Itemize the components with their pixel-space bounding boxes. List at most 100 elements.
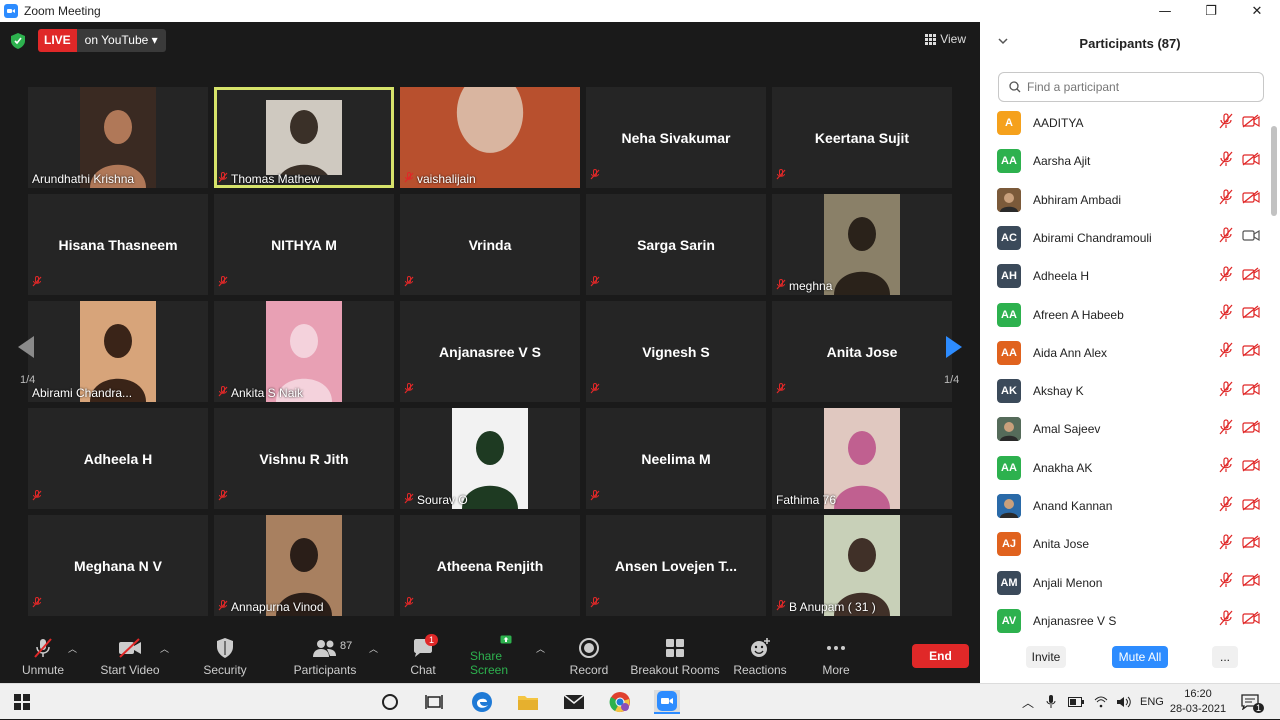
windows-start-icon[interactable] bbox=[10, 690, 34, 714]
muted-microphone-icon[interactable] bbox=[1219, 495, 1233, 517]
muted-microphone-icon[interactable] bbox=[1219, 227, 1233, 248]
video-off-icon[interactable] bbox=[1242, 343, 1260, 362]
scrollbar-thumb[interactable] bbox=[1271, 126, 1277, 216]
video-tile[interactable]: Keertana Sujit bbox=[772, 87, 952, 188]
previous-page-arrow-icon[interactable] bbox=[12, 332, 42, 362]
video-off-icon[interactable] bbox=[1242, 535, 1260, 554]
participant-search-input[interactable] bbox=[1027, 80, 1247, 94]
video-tile[interactable]: B Anupam ( 31 ) bbox=[772, 515, 952, 616]
participant-row[interactable]: AJ Anita Jose bbox=[980, 525, 1270, 563]
task-view-icon[interactable] bbox=[422, 690, 446, 714]
video-tile[interactable]: Annapurna Vinod bbox=[214, 515, 394, 616]
participant-row[interactable]: AA Aarsha Ajit bbox=[980, 142, 1270, 180]
video-options-caret[interactable]: ︿ bbox=[160, 642, 169, 655]
participant-row[interactable]: Amal Sajeev bbox=[980, 410, 1270, 448]
muted-microphone-icon[interactable] bbox=[1219, 419, 1233, 440]
video-tile[interactable]: Anjanasree V S bbox=[400, 301, 580, 402]
share-options-caret[interactable]: ︿ bbox=[536, 642, 545, 655]
video-tile[interactable]: Anita Jose bbox=[772, 301, 952, 402]
video-tile[interactable]: vaishalijain bbox=[400, 87, 580, 188]
video-tile[interactable]: Sourav O bbox=[400, 408, 580, 509]
muted-microphone-icon[interactable] bbox=[1219, 457, 1233, 478]
participant-row[interactable]: AK Akshay K bbox=[980, 372, 1270, 410]
maximize-button[interactable]: ❐ bbox=[1188, 0, 1234, 22]
mute-all-button[interactable]: Mute All bbox=[1112, 646, 1168, 668]
video-off-icon[interactable] bbox=[1242, 305, 1260, 324]
video-tile[interactable]: Vignesh S bbox=[586, 301, 766, 402]
cortana-search-icon[interactable] bbox=[378, 690, 402, 714]
video-tile[interactable]: Thomas Mathew bbox=[214, 87, 394, 188]
end-meeting-button[interactable]: End bbox=[912, 644, 969, 668]
video-camera-icon[interactable] bbox=[1242, 228, 1260, 247]
participant-row[interactable]: AV Anjanasree V S bbox=[980, 602, 1270, 634]
muted-microphone-icon[interactable] bbox=[1219, 266, 1233, 287]
view-button[interactable]: View bbox=[925, 32, 966, 46]
microphone-tray-icon[interactable] bbox=[1046, 695, 1056, 709]
participant-row[interactable]: AM Anjali Menon bbox=[980, 564, 1270, 602]
video-tile[interactable]: Ankita S Naik bbox=[214, 301, 394, 402]
participant-row[interactable]: AA Anakha AK bbox=[980, 449, 1270, 487]
muted-microphone-icon[interactable] bbox=[1219, 572, 1233, 593]
video-tile[interactable]: Neha Sivakumar bbox=[586, 87, 766, 188]
video-tile[interactable]: Atheena Renjith bbox=[400, 515, 580, 616]
video-off-icon[interactable] bbox=[1242, 573, 1260, 592]
zoom-taskbar-icon[interactable] bbox=[654, 690, 680, 714]
close-window-button[interactable]: ✕ bbox=[1234, 0, 1280, 22]
live-stream-badge[interactable]: LIVE on YouTube ▾ bbox=[38, 29, 166, 52]
participants-scrollbar[interactable] bbox=[1270, 104, 1278, 634]
video-tile[interactable]: Neelima M bbox=[586, 408, 766, 509]
video-tile[interactable]: Fathima 76 bbox=[772, 408, 952, 509]
language-indicator[interactable]: ENG bbox=[1140, 696, 1164, 708]
next-page-arrow-icon[interactable] bbox=[938, 332, 968, 362]
video-tile[interactable]: meghna bbox=[772, 194, 952, 295]
video-tile[interactable]: Ansen Lovejen T... bbox=[586, 515, 766, 616]
participant-search[interactable] bbox=[998, 72, 1264, 102]
video-off-icon[interactable] bbox=[1242, 458, 1260, 477]
video-off-icon[interactable] bbox=[1242, 113, 1260, 133]
more-button[interactable]: More bbox=[816, 634, 856, 683]
participant-row[interactable]: AC Abirami Chandramouli bbox=[980, 219, 1270, 257]
video-tile[interactable]: Abirami Chandra... bbox=[28, 301, 208, 402]
youtube-dropdown[interactable]: on YouTube ▾ bbox=[76, 29, 166, 52]
video-tile[interactable]: Vishnu R Jith bbox=[214, 408, 394, 509]
muted-microphone-icon[interactable] bbox=[1219, 534, 1233, 555]
minimize-button[interactable]: — bbox=[1142, 0, 1188, 22]
file-explorer-icon[interactable] bbox=[516, 690, 540, 714]
mail-icon[interactable] bbox=[562, 690, 586, 714]
security-button[interactable]: Security bbox=[200, 634, 250, 683]
panel-more-button[interactable]: ... bbox=[1212, 646, 1238, 668]
video-off-icon[interactable] bbox=[1242, 152, 1260, 171]
participant-row[interactable]: Abhiram Ambadi bbox=[980, 181, 1270, 219]
tray-overflow-chevron-icon[interactable]: ︿ bbox=[1022, 694, 1034, 711]
reactions-button[interactable]: Reactions bbox=[732, 634, 788, 683]
video-off-icon[interactable] bbox=[1242, 496, 1260, 516]
wifi-icon[interactable] bbox=[1094, 696, 1108, 708]
battery-icon[interactable] bbox=[1068, 697, 1085, 707]
participant-row[interactable]: AA Aida Ann Alex bbox=[980, 334, 1270, 372]
muted-microphone-icon[interactable] bbox=[1219, 380, 1233, 402]
muted-microphone-icon[interactable] bbox=[1219, 342, 1233, 363]
video-tile[interactable]: Arundhathi Krishna bbox=[28, 87, 208, 188]
video-tile[interactable]: Sarga Sarin bbox=[586, 194, 766, 295]
video-tile[interactable]: NITHYA M bbox=[214, 194, 394, 295]
video-off-icon[interactable] bbox=[1242, 267, 1260, 286]
video-off-icon[interactable] bbox=[1242, 611, 1260, 630]
muted-microphone-icon[interactable] bbox=[1219, 304, 1233, 325]
breakout-rooms-button[interactable]: Breakout Rooms bbox=[630, 634, 720, 683]
start-video-button[interactable]: Start Video bbox=[98, 634, 162, 683]
encryption-shield-icon[interactable] bbox=[11, 33, 25, 49]
video-tile[interactable]: Adheela H bbox=[28, 408, 208, 509]
muted-microphone-icon[interactable] bbox=[1219, 151, 1233, 172]
participant-row[interactable]: AH Adheela H bbox=[980, 257, 1270, 295]
share-screen-button[interactable]: Share Screen bbox=[470, 634, 542, 683]
participant-row[interactable]: A AADITYA bbox=[980, 104, 1270, 142]
chrome-icon[interactable] bbox=[608, 690, 632, 714]
muted-microphone-icon[interactable] bbox=[1219, 112, 1233, 134]
muted-microphone-icon[interactable] bbox=[1219, 610, 1233, 631]
video-tile[interactable]: Meghana N V bbox=[28, 515, 208, 616]
participant-row[interactable]: AA Afreen A Habeeb bbox=[980, 296, 1270, 334]
video-tile[interactable]: Vrinda bbox=[400, 194, 580, 295]
unmute-button[interactable]: Unmute bbox=[16, 634, 70, 683]
participants-options-caret[interactable]: ︿ bbox=[369, 642, 378, 655]
taskbar-clock[interactable]: 16:20 28-03-2021 bbox=[1168, 687, 1228, 717]
